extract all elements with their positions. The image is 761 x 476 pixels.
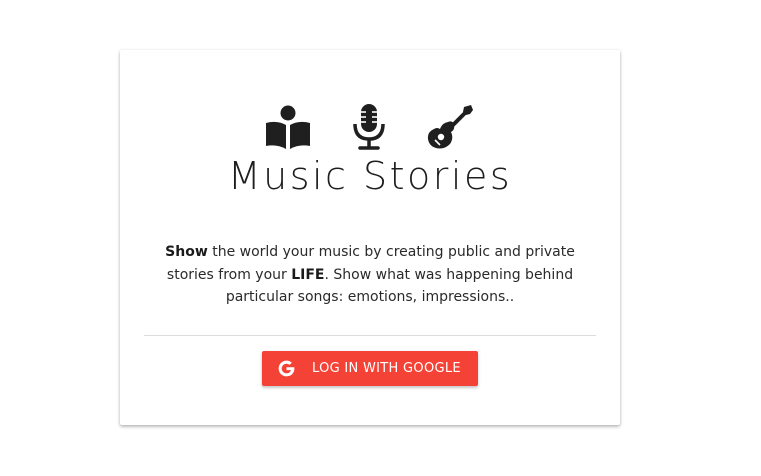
google-icon (276, 358, 297, 379)
guitar-icon (426, 104, 474, 150)
description-bold-show: Show (165, 244, 208, 260)
login-with-google-button[interactable]: LOG IN WITH GOOGLE (262, 351, 478, 386)
description-bold-life: LIFE (291, 266, 325, 283)
divider (144, 335, 596, 336)
login-card: Music Stories Show the world your music … (120, 50, 620, 425)
page-title: Music Stories (227, 154, 513, 198)
icons-row (120, 104, 620, 150)
app-description: Show the world your music by creating pu… (140, 241, 600, 309)
login-with-google-label: LOG IN WITH GOOGLE (312, 361, 461, 376)
book-reader-icon (264, 104, 312, 150)
microphone-icon (345, 104, 393, 150)
